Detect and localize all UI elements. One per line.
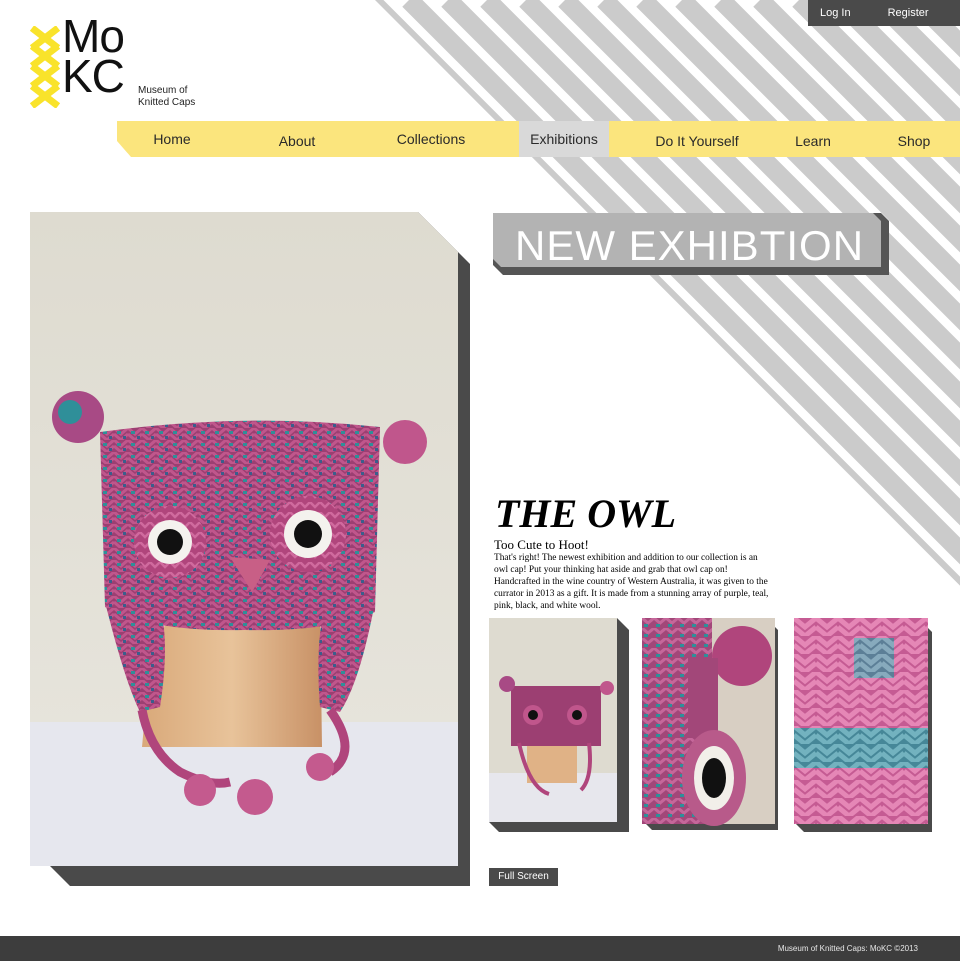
logo-line-2: KC bbox=[62, 50, 125, 102]
logo[interactable]: Mo KC Museum of Knitted Caps bbox=[30, 13, 220, 110]
thumbnail-knit-texture[interactable] bbox=[794, 618, 934, 832]
logo-subtitle: Museum of Knitted Caps bbox=[138, 85, 195, 109]
nav-item-learn[interactable]: Learn bbox=[783, 123, 843, 159]
logo-mark-icon bbox=[30, 26, 60, 108]
exhibit-title: THE OWL bbox=[495, 491, 677, 536]
main-exhibit-photo[interactable] bbox=[30, 212, 470, 886]
footer: Museum of Knitted Caps: MoKC ©2013 bbox=[0, 936, 960, 961]
logo-sub-line-2: Knitted Caps bbox=[138, 97, 196, 108]
nav-item-do-it-yourself[interactable]: Do It Yourself bbox=[642, 123, 752, 159]
thumbnail-eye-closeup[interactable] bbox=[642, 618, 782, 832]
banner-title: NEW EXHIBTION bbox=[515, 222, 865, 269]
full-screen-button[interactable]: Full Screen bbox=[489, 868, 558, 886]
exhibit-description: That's right! The newest exhibition and … bbox=[494, 553, 769, 612]
thumbnail-full-cap[interactable] bbox=[489, 618, 629, 832]
logo-sub-line-1: Museum of bbox=[138, 85, 188, 96]
footer-copyright: Museum of Knitted Caps: MoKC ©2013 bbox=[777, 944, 918, 953]
new-exhibition-banner: NEW EXHIBTION bbox=[493, 213, 889, 275]
nav-item-exhibitions[interactable]: Exhibitions bbox=[519, 121, 609, 157]
account-bar: Log In Register bbox=[808, 0, 960, 26]
nav-item-home[interactable]: Home bbox=[137, 121, 207, 157]
main-navigation: Home About Collections Exhibitions Do It… bbox=[117, 121, 960, 157]
logo-wordmark: Mo KC bbox=[62, 13, 125, 102]
login-link[interactable]: Log In bbox=[820, 7, 851, 19]
exhibit-subtitle: Too Cute to Hoot! bbox=[494, 537, 589, 552]
register-link[interactable]: Register bbox=[888, 7, 929, 19]
nav-item-shop[interactable]: Shop bbox=[883, 123, 945, 159]
nav-item-collections[interactable]: Collections bbox=[385, 121, 477, 157]
nav-item-about[interactable]: About bbox=[262, 123, 332, 159]
